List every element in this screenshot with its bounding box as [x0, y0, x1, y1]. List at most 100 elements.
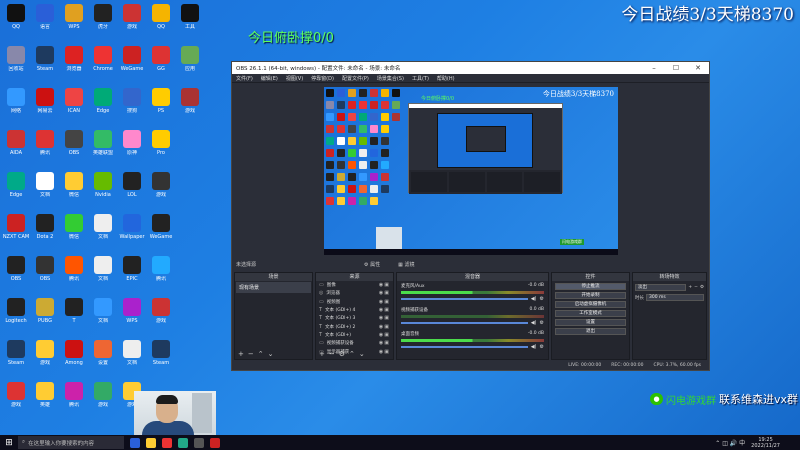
desktop-icon[interactable]: WeGame: [118, 42, 146, 84]
desktop-icon[interactable]: 腾讯: [60, 378, 88, 420]
desktop-icon[interactable]: Edge: [2, 168, 30, 210]
source-item[interactable]: ◎ 浏览器 ◉▣: [316, 289, 393, 297]
close-button[interactable]: ✕: [687, 64, 709, 72]
desktop-icon[interactable]: 文档: [118, 336, 146, 378]
desktop-icon[interactable]: LOL: [118, 168, 146, 210]
desktop-icon[interactable]: 网络: [2, 84, 30, 126]
desktop-icon[interactable]: WPS: [60, 0, 88, 42]
desktop-icon[interactable]: 原神: [118, 126, 146, 168]
desktop-icon[interactable]: 游戏: [2, 378, 30, 420]
control-button[interactable]: 启动虚拟摄像机: [554, 301, 626, 308]
add-icon[interactable]: +: [319, 350, 325, 359]
source-item[interactable]: T 文本 (GDI+) 2 ◉▣: [316, 322, 393, 330]
desktop-icon[interactable]: 游戏: [147, 294, 175, 336]
desktop-icon[interactable]: 文档: [31, 168, 59, 210]
desktop-icon[interactable]: OBS: [60, 126, 88, 168]
desktop-icon[interactable]: AIDA: [2, 126, 30, 168]
desktop-icon[interactable]: 游戏: [89, 378, 117, 420]
maximize-button[interactable]: ☐: [665, 64, 687, 72]
scene-item[interactable]: 现有场景: [236, 282, 311, 293]
lock-icon[interactable]: ▣: [384, 307, 390, 313]
speaker-icon[interactable]: ◀): [531, 296, 537, 302]
taskbar-app-icon[interactable]: [130, 437, 140, 448]
gear-icon[interactable]: ⚙: [700, 285, 704, 290]
speaker-icon[interactable]: ◀): [531, 320, 537, 326]
desktop-icon[interactable]: 微信: [60, 168, 88, 210]
remove-icon[interactable]: −: [329, 350, 335, 359]
chevron-down-icon[interactable]: ⌄: [359, 350, 365, 359]
filters-button[interactable]: ▦ 滤镜: [398, 261, 414, 268]
add-icon[interactable]: +: [238, 350, 244, 359]
obs-titlebar[interactable]: OBS 26.1.1 (64-bit, windows) - 配置文件: 未命名…: [232, 62, 709, 74]
desktop-icon[interactable]: Logitech: [2, 294, 30, 336]
desktop-icon[interactable]: Steam: [2, 336, 30, 378]
desktop-icon[interactable]: 浏览器: [60, 42, 88, 84]
desktop-icon[interactable]: EPIC: [118, 252, 146, 294]
volume-slider[interactable]: [400, 322, 528, 324]
control-button[interactable]: 停止推流: [554, 283, 626, 290]
menu-tools[interactable]: 工具(T): [412, 75, 429, 82]
source-item[interactable]: ▭ 视频捕获设备 ◉▣: [316, 339, 393, 347]
desktop-icon[interactable]: 文档: [89, 252, 117, 294]
control-button[interactable]: 设置: [554, 319, 626, 326]
source-item[interactable]: ▭ 图像 ◉▣: [316, 281, 393, 289]
control-button[interactable]: 开始录制: [554, 292, 626, 299]
desktop-icon[interactable]: ICAN: [60, 84, 88, 126]
desktop-icon[interactable]: 英雄联盟: [89, 126, 117, 168]
desktop-icon[interactable]: Chrome: [89, 42, 117, 84]
lock-icon[interactable]: ▣: [384, 332, 390, 338]
transition-select[interactable]: 淡出: [634, 284, 687, 291]
desktop-icon[interactable]: 英雄: [31, 378, 59, 420]
desktop-icon[interactable]: 工具: [176, 0, 204, 42]
lock-icon[interactable]: ▣: [384, 299, 390, 305]
lock-icon[interactable]: ▣: [384, 282, 390, 288]
taskbar-app-icon[interactable]: [178, 437, 188, 448]
taskbar-app-icon[interactable]: [146, 437, 156, 448]
menu-edit[interactable]: 编辑(E): [261, 75, 278, 82]
menu-scene-collection[interactable]: 场景集合(S): [377, 75, 404, 82]
desktop-icon[interactable]: Steam: [31, 42, 59, 84]
desktop-icon[interactable]: WeGame: [147, 210, 175, 252]
desktop-icon[interactable]: GG: [147, 42, 175, 84]
volume-slider[interactable]: [400, 298, 528, 300]
desktop-icon[interactable]: Among: [60, 336, 88, 378]
desktop-icon[interactable]: 腾讯: [147, 252, 175, 294]
lock-icon[interactable]: ▣: [384, 315, 390, 321]
desktop-icon[interactable]: 文档: [89, 294, 117, 336]
chevron-down-icon[interactable]: ⌄: [268, 350, 274, 359]
desktop-icon[interactable]: 游戏: [31, 336, 59, 378]
desktop-icon[interactable]: PUBG: [31, 294, 59, 336]
gear-icon[interactable]: ⚙: [339, 350, 345, 359]
source-item[interactable]: T 文本 (GDI+) 3 ◉▣: [316, 314, 393, 322]
desktop-icon[interactable]: 微信: [60, 210, 88, 252]
gear-icon[interactable]: ⚙: [540, 320, 544, 326]
menu-file[interactable]: 文件(F): [236, 75, 253, 82]
desktop-icon[interactable]: WPS: [118, 294, 146, 336]
desktop-icon[interactable]: PS: [147, 84, 175, 126]
taskbar-app-icon[interactable]: [210, 437, 220, 448]
desktop-icon[interactable]: 搜狗: [118, 84, 146, 126]
desktop-icon[interactable]: OBS: [31, 252, 59, 294]
desktop-icon[interactable]: 游戏: [147, 168, 175, 210]
desktop-icon[interactable]: Edge: [89, 84, 117, 126]
minimize-button[interactable]: –: [643, 64, 665, 72]
gear-icon[interactable]: ⚙: [540, 344, 544, 350]
remove-icon[interactable]: −: [248, 350, 254, 359]
lock-icon[interactable]: ▣: [384, 324, 390, 330]
desktop-icon[interactable]: T: [60, 294, 88, 336]
control-button[interactable]: 退出: [554, 328, 626, 335]
desktop-icon[interactable]: 回收站: [2, 42, 30, 84]
desktop-icon[interactable]: Wallpaper: [118, 210, 146, 252]
obs-preview-canvas[interactable]: 今日战绩3/3天梯8370 今日俯卧撑0/0 闪电游戏群: [324, 87, 618, 255]
control-button[interactable]: 工作室模式: [554, 310, 626, 317]
volume-slider[interactable]: [400, 346, 528, 348]
taskbar-app-icon[interactable]: [162, 437, 172, 448]
taskbar-app-icon[interactable]: [194, 437, 204, 448]
menu-docks[interactable]: 停靠窗(D): [311, 75, 334, 82]
desktop-icon[interactable]: Dota 2: [31, 210, 59, 252]
clock[interactable]: 19:25 2022/11/27: [751, 437, 780, 449]
properties-button[interactable]: ⚙ 属性: [364, 261, 380, 268]
desktop-icon[interactable]: QQ: [147, 0, 175, 42]
taskbar-search[interactable]: ⌕ 在这里输入你要搜索的内容: [18, 436, 124, 449]
lock-icon[interactable]: ▣: [384, 290, 390, 296]
